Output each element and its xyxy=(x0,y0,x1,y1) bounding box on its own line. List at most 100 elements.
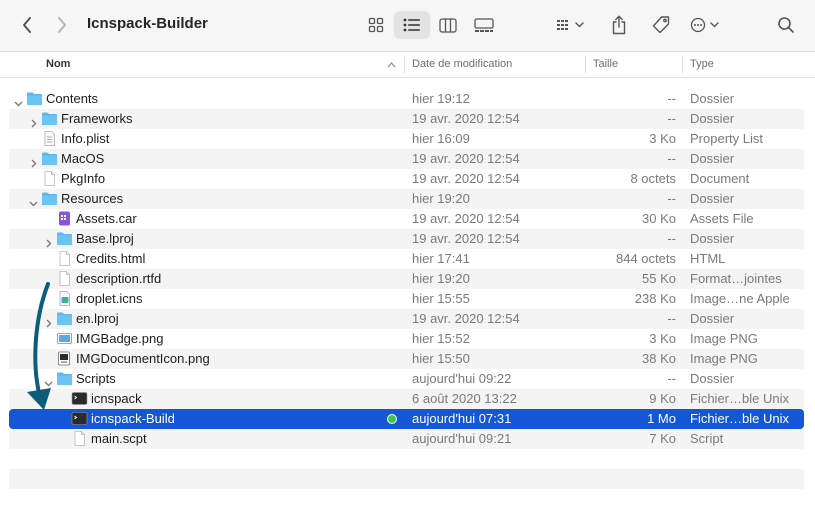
row-date: hier 17:41 xyxy=(412,251,470,266)
row-kind: Dossier xyxy=(690,111,735,126)
row-size: 38 Ko xyxy=(642,351,676,366)
row-kind: Dossier xyxy=(690,151,735,166)
column-header-date[interactable]: Date de modification xyxy=(412,58,512,70)
file-row[interactable]: droplet.icns hier 15:55 238 Ko Image…ne App… xyxy=(9,289,804,309)
column-header-name[interactable]: Nom xyxy=(46,58,70,70)
plist-file-icon xyxy=(41,131,58,146)
tag-dot-icon xyxy=(387,414,397,424)
disclosure-closed-icon[interactable] xyxy=(29,154,38,168)
unix-executable-icon xyxy=(71,391,88,406)
finder-toolbar: Icnspack-Builder xyxy=(0,0,815,52)
disclosure-closed-icon[interactable] xyxy=(29,114,38,128)
row-date: 19 avr. 2020 12:54 xyxy=(412,311,520,326)
disclosure-open-icon[interactable] xyxy=(44,374,53,387)
column-divider[interactable] xyxy=(682,56,683,73)
disclosure-closed-icon[interactable] xyxy=(44,314,53,328)
file-row[interactable]: description.rtfd hier 19:20 55 Ko Format…jo… xyxy=(9,269,804,289)
row-date: 19 avr. 2020 12:54 xyxy=(412,231,520,246)
row-kind: Script xyxy=(690,431,724,446)
row-kind: Dossier xyxy=(690,371,735,386)
forward-button[interactable] xyxy=(50,12,74,38)
search-button[interactable] xyxy=(774,13,798,37)
row-size: 3 Ko xyxy=(649,331,676,346)
row-size: -- xyxy=(667,111,676,126)
document-icon xyxy=(41,171,58,186)
row-date: aujourd'hui 09:22 xyxy=(412,371,512,386)
disclosure-open-icon[interactable] xyxy=(29,194,38,207)
row-date: 19 avr. 2020 12:54 xyxy=(412,111,520,126)
row-name: IMGDocumentIcon.png xyxy=(76,351,210,366)
folder-row[interactable]: en.lproj 19 avr. 2020 12:54 -- Dossier xyxy=(9,309,804,329)
column-view-button[interactable] xyxy=(430,11,466,39)
column-header-kind[interactable]: Type xyxy=(690,58,714,70)
row-date: hier 15:50 xyxy=(412,351,470,366)
row-date: 19 avr. 2020 12:54 xyxy=(412,171,520,186)
disclosure-closed-icon[interactable] xyxy=(44,234,53,248)
file-row[interactable]: icnspack 6 août 2020 13:22 9 Ko Fichier…ble… xyxy=(9,389,804,409)
more-actions-button[interactable] xyxy=(688,13,724,37)
list-icon xyxy=(403,18,420,32)
folder-row[interactable]: Scripts aujourd'hui 09:22 -- Dossier xyxy=(9,369,804,389)
file-row[interactable]: IMGDocumentIcon.png hier 15:50 38 Ko Image … xyxy=(9,349,804,369)
gallery-view-button[interactable] xyxy=(466,11,502,39)
folder-icon xyxy=(56,371,73,386)
row-kind: HTML xyxy=(690,251,726,266)
folder-icon xyxy=(41,191,58,206)
empty-row xyxy=(9,449,804,469)
folder-row[interactable]: Contents hier 19:12 -- Dossier xyxy=(9,89,804,109)
row-kind: Dossier xyxy=(690,231,735,246)
row-name: IMGBadge.png xyxy=(76,331,164,346)
icon-view-button[interactable] xyxy=(358,11,394,39)
row-date: hier 15:55 xyxy=(412,291,470,306)
share-button[interactable] xyxy=(607,12,631,38)
row-size: -- xyxy=(667,191,676,206)
assets-file-icon xyxy=(56,211,73,226)
back-button[interactable] xyxy=(15,12,39,38)
row-date: hier 15:52 xyxy=(412,331,470,346)
row-name: icnspack xyxy=(91,391,142,406)
column-divider[interactable] xyxy=(585,56,586,73)
folder-row[interactable]: MacOS 19 avr. 2020 12:54 -- Dossier xyxy=(9,149,804,169)
row-name: Info.plist xyxy=(61,131,110,146)
row-name: description.rtfd xyxy=(76,271,162,286)
tag-icon xyxy=(652,16,670,34)
folder-row[interactable]: Resources hier 19:20 -- Dossier xyxy=(9,189,804,209)
file-row[interactable]: main.scpt aujourd'hui 09:21 7 Ko Script xyxy=(9,429,804,449)
column-divider[interactable] xyxy=(404,56,405,73)
group-icon xyxy=(557,20,584,30)
row-size: 7 Ko xyxy=(649,431,676,446)
row-name: icnspack-Build xyxy=(91,411,175,426)
folder-row[interactable]: Frameworks 19 avr. 2020 12:54 -- Dossier xyxy=(9,109,804,129)
row-name: PkgInfo xyxy=(61,171,106,186)
file-row[interactable]: Assets.car 19 avr. 2020 12:54 30 Ko Assets … xyxy=(9,209,804,229)
folder-icon xyxy=(26,91,43,106)
row-kind: Image PNG xyxy=(690,331,758,346)
row-size: -- xyxy=(667,371,676,386)
unix-executable-icon xyxy=(71,411,88,426)
tag-button[interactable] xyxy=(648,12,674,38)
row-name: Frameworks xyxy=(61,111,133,126)
ellipsis-icon xyxy=(690,17,719,33)
folder-icon xyxy=(56,231,73,246)
folder-row[interactable]: Base.lproj 19 avr. 2020 12:54 -- Dossier xyxy=(9,229,804,249)
column-header-size[interactable]: Taille xyxy=(593,58,618,70)
row-name: main.scpt xyxy=(91,431,147,446)
row-kind: Dossier xyxy=(690,191,735,206)
group-button[interactable] xyxy=(553,13,589,37)
file-row[interactable]: icnspack-Build aujourd'hui 07:31 1 Mo Fichi… xyxy=(9,409,804,429)
file-row[interactable]: Credits.html hier 17:41 844 octets HTML xyxy=(9,249,804,269)
row-kind: Dossier xyxy=(690,91,735,106)
file-row[interactable]: IMGBadge.png hier 15:52 3 Ko Image PNG xyxy=(9,329,804,349)
row-kind: Property List xyxy=(690,131,763,146)
list-view-button[interactable] xyxy=(394,11,430,39)
chevron-right-icon xyxy=(58,17,66,33)
row-name: Assets.car xyxy=(76,211,137,226)
row-size: 9 Ko xyxy=(649,391,676,406)
file-row[interactable]: PkgInfo 19 avr. 2020 12:54 8 octets Documen… xyxy=(9,169,804,189)
disclosure-open-icon[interactable] xyxy=(14,94,23,107)
png-image-icon xyxy=(56,351,73,366)
file-row[interactable]: Info.plist hier 16:09 3 Ko Property List xyxy=(9,129,804,149)
row-size: -- xyxy=(667,231,676,246)
empty-row xyxy=(9,469,804,489)
row-size: 1 Mo xyxy=(647,411,676,426)
